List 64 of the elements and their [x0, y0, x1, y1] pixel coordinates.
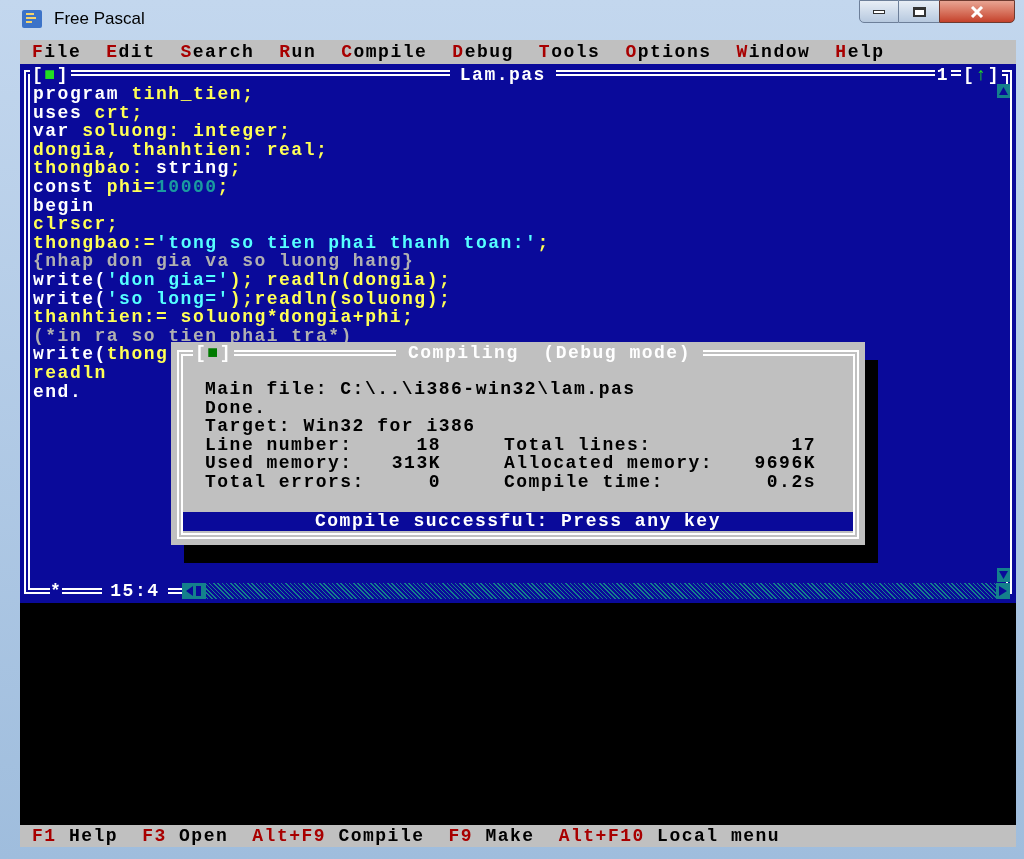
- code-line: dongia, thanhtien: real;: [33, 140, 329, 160]
- dialog-title: Compiling (Debug mode): [396, 343, 703, 363]
- close-box[interactable]: [■]: [30, 65, 71, 85]
- code-line: var soluong: integer;: [33, 122, 292, 141]
- code-line: uses crt;: [33, 103, 144, 123]
- info-line: Done.: [205, 398, 267, 418]
- menu-item[interactable]: Tools: [538, 42, 601, 62]
- maximize-button[interactable]: [899, 0, 939, 23]
- stat-value: 0.2s: [766, 472, 816, 492]
- code-line: thanhtien:= soluong*dongia+phi;: [33, 308, 415, 327]
- menu-item[interactable]: Search: [180, 42, 255, 62]
- menu-item[interactable]: Help: [835, 42, 885, 62]
- stat-value: 9696K: [754, 454, 816, 473]
- code-line: readln: [33, 363, 107, 383]
- code-line: clrscr;: [33, 215, 120, 234]
- menu-item[interactable]: Debug: [452, 42, 514, 62]
- code-line: (*in ra so tien phai tra*): [33, 326, 353, 346]
- stat-label: Total lines:: [504, 435, 652, 455]
- code-line: thongbao:='tong so tien phai thanh toan:';: [33, 233, 550, 253]
- window-title: Free Pascal: [54, 8, 145, 30]
- right-arrow-icon[interactable]: [996, 583, 1010, 599]
- code-line: program tinh_tien;: [33, 85, 255, 104]
- code-line: begin: [33, 196, 95, 216]
- code-line: write('so long=');readln(soluong);: [33, 289, 452, 309]
- stat-value: 313K: [391, 454, 441, 473]
- status-item[interactable]: F3 Open: [142, 826, 229, 846]
- maximize-icon: [912, 6, 926, 17]
- stat-value: 17: [791, 435, 816, 455]
- code-line: write('don gia='); readln(dongia);: [33, 270, 452, 290]
- stat-value: 18: [416, 435, 441, 455]
- menu-item[interactable]: Window: [736, 42, 811, 62]
- down-arrow-icon[interactable]: [997, 568, 1010, 582]
- minimize-icon: [873, 9, 885, 14]
- stat-label: Compile time:: [504, 472, 664, 492]
- stat-label: Line number:: [205, 435, 353, 455]
- up-arrow-icon[interactable]: [997, 84, 1010, 98]
- zoom-box[interactable]: [↑]: [961, 65, 1002, 85]
- vertical-scrollbar[interactable]: [997, 84, 1010, 582]
- horizontal-scrollbar[interactable]: [181, 583, 1010, 599]
- code-line: thongbao: string;: [33, 159, 243, 178]
- code-line: end.: [33, 382, 83, 402]
- code-line: const phi=10000;: [33, 177, 230, 197]
- stat-value: 0: [428, 472, 441, 492]
- menu-item[interactable]: Run: [279, 42, 317, 62]
- menu-item[interactable]: Compile: [341, 42, 428, 62]
- close-icon: [970, 5, 984, 18]
- status-item[interactable]: F1 Help: [32, 826, 119, 846]
- code-line: {nhap don gia va so luong hang}: [33, 252, 415, 271]
- close-button[interactable]: [939, 0, 1015, 23]
- info-line: Main file: C:\..\i386-win32\lam.pas: [205, 380, 636, 399]
- code-line: write(thong: [33, 345, 169, 364]
- stat-label: Used memory:: [205, 454, 353, 473]
- status-item[interactable]: Alt+F9 Compile: [252, 826, 425, 846]
- info-line: Target: Win32 for i386: [205, 417, 476, 436]
- stat-label: Allocated memory:: [504, 454, 714, 473]
- minimize-button[interactable]: [859, 0, 899, 23]
- status-item[interactable]: F9 Make: [448, 826, 535, 846]
- editor-title: Lam.pas: [449, 65, 556, 85]
- stat-label: Total errors:: [205, 472, 365, 492]
- menu-item[interactable]: Options: [625, 42, 712, 62]
- status-item[interactable]: Alt+F10 Local menu: [558, 826, 781, 846]
- menu-item[interactable]: File: [32, 42, 82, 62]
- menu-item[interactable]: Edit: [106, 42, 156, 62]
- status-message: Compile successful: Press any key: [183, 512, 853, 531]
